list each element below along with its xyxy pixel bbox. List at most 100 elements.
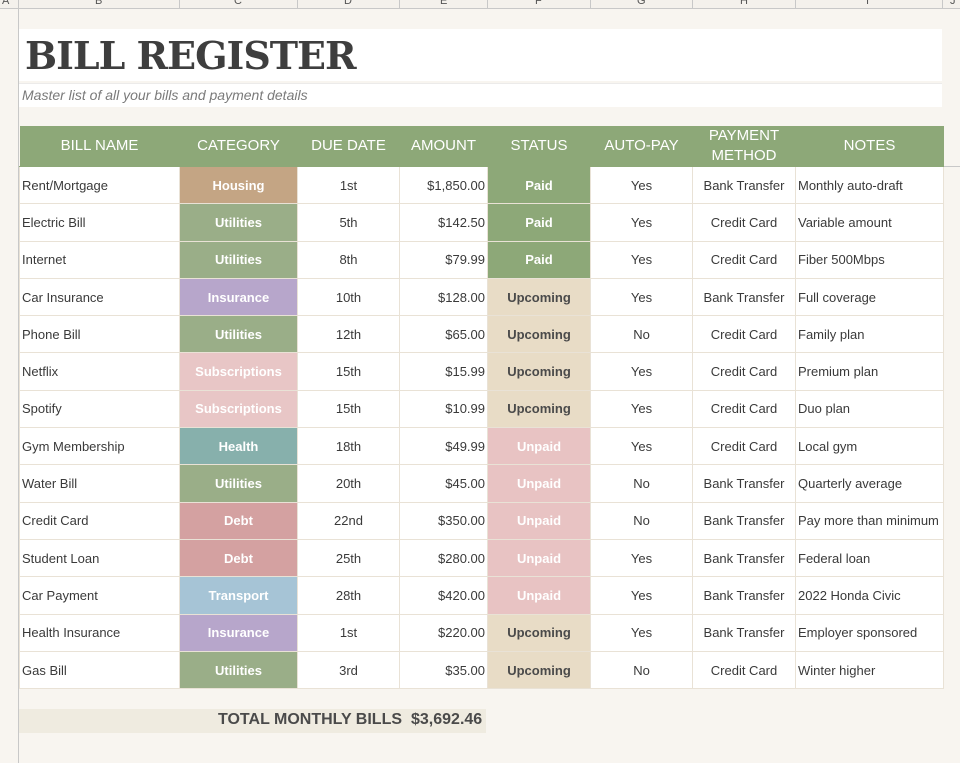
status-cell[interactable]: Upcoming xyxy=(487,613,591,652)
column-letter-i[interactable]: I xyxy=(866,0,869,7)
due-date-cell[interactable]: 3rd xyxy=(297,650,400,690)
bill-name-cell[interactable]: Internet xyxy=(19,240,180,279)
notes-cell[interactable]: Monthly auto-draft xyxy=(795,165,944,205)
payment-method-cell[interactable]: Bank Transfer xyxy=(692,538,796,578)
column-letter-j[interactable]: J xyxy=(950,0,956,7)
column-letter-h[interactable]: H xyxy=(740,0,748,7)
amount-cell[interactable]: $15.99 xyxy=(399,352,488,391)
notes-cell[interactable]: Family plan xyxy=(795,315,944,354)
status-cell[interactable]: Upcoming xyxy=(487,389,591,429)
column-letter-c[interactable]: C xyxy=(234,0,242,7)
bill-name-cell[interactable]: Health Insurance xyxy=(19,613,180,652)
auto-pay-cell[interactable]: Yes xyxy=(590,165,693,205)
auto-pay-cell[interactable]: Yes xyxy=(590,203,693,242)
category-cell[interactable]: Subscriptions xyxy=(179,389,298,429)
header-due-date[interactable]: DUE DATE xyxy=(297,126,400,167)
auto-pay-cell[interactable]: No xyxy=(590,650,693,690)
notes-cell[interactable]: Full coverage xyxy=(795,277,944,317)
column-divider[interactable] xyxy=(399,0,400,8)
amount-cell[interactable]: $10.99 xyxy=(399,389,488,429)
bill-name-cell[interactable]: Gym Membership xyxy=(19,427,180,466)
status-cell[interactable]: Unpaid xyxy=(487,576,591,615)
column-letter-e[interactable]: E xyxy=(440,0,447,7)
due-date-cell[interactable]: 25th xyxy=(297,538,400,578)
due-date-cell[interactable]: 1st xyxy=(297,165,400,205)
payment-method-cell[interactable]: Bank Transfer xyxy=(692,501,796,540)
status-cell[interactable]: Upcoming xyxy=(487,277,591,317)
due-date-cell[interactable]: 1st xyxy=(297,613,400,652)
column-divider[interactable] xyxy=(590,0,591,8)
category-cell[interactable]: Health xyxy=(179,427,298,466)
status-cell[interactable]: Paid xyxy=(487,203,591,242)
bill-name-cell[interactable]: Car Insurance xyxy=(19,277,180,317)
column-letter-f[interactable]: F xyxy=(535,0,542,7)
status-cell[interactable]: Unpaid xyxy=(487,464,591,503)
status-cell[interactable]: Upcoming xyxy=(487,315,591,354)
column-letter-d[interactable]: D xyxy=(344,0,352,7)
auto-pay-cell[interactable]: Yes xyxy=(590,240,693,279)
bill-name-cell[interactable]: Spotify xyxy=(19,389,180,429)
header-notes[interactable]: NOTES xyxy=(795,126,944,167)
auto-pay-cell[interactable]: Yes xyxy=(590,389,693,429)
amount-cell[interactable]: $65.00 xyxy=(399,315,488,354)
amount-cell[interactable]: $79.99 xyxy=(399,240,488,279)
column-divider[interactable] xyxy=(692,0,693,8)
notes-cell[interactable]: Premium plan xyxy=(795,352,944,391)
amount-cell[interactable]: $142.50 xyxy=(399,203,488,242)
category-cell[interactable]: Debt xyxy=(179,501,298,540)
payment-method-cell[interactable]: Credit Card xyxy=(692,427,796,466)
payment-method-cell[interactable]: Credit Card xyxy=(692,240,796,279)
category-cell[interactable]: Transport xyxy=(179,576,298,615)
payment-method-cell[interactable]: Bank Transfer xyxy=(692,613,796,652)
due-date-cell[interactable]: 5th xyxy=(297,203,400,242)
column-divider[interactable] xyxy=(942,0,943,8)
status-cell[interactable]: Unpaid xyxy=(487,538,591,578)
status-cell[interactable]: Upcoming xyxy=(487,650,591,690)
due-date-cell[interactable]: 22nd xyxy=(297,501,400,540)
payment-method-cell[interactable]: Bank Transfer xyxy=(692,464,796,503)
category-cell[interactable]: Utilities xyxy=(179,240,298,279)
bill-name-cell[interactable]: Netflix xyxy=(19,352,180,391)
notes-cell[interactable]: Federal loan xyxy=(795,538,944,578)
payment-method-cell[interactable]: Credit Card xyxy=(692,650,796,690)
auto-pay-cell[interactable]: Yes xyxy=(590,576,693,615)
payment-method-cell[interactable]: Credit Card xyxy=(692,315,796,354)
notes-cell[interactable]: Local gym xyxy=(795,427,944,466)
column-letter-a[interactable]: A xyxy=(2,0,9,7)
payment-method-cell[interactable]: Credit Card xyxy=(692,352,796,391)
status-cell[interactable]: Paid xyxy=(487,240,591,279)
amount-cell[interactable]: $45.00 xyxy=(399,464,488,503)
auto-pay-cell[interactable]: Yes xyxy=(590,352,693,391)
total-value[interactable]: $3,692.46 xyxy=(411,711,482,729)
amount-cell[interactable]: $35.00 xyxy=(399,650,488,690)
amount-cell[interactable]: $350.00 xyxy=(399,501,488,540)
due-date-cell[interactable]: 10th xyxy=(297,277,400,317)
bill-name-cell[interactable]: Student Loan xyxy=(19,538,180,578)
payment-method-cell[interactable]: Credit Card xyxy=(692,389,796,429)
auto-pay-cell[interactable]: Yes xyxy=(590,613,693,652)
column-divider[interactable] xyxy=(487,0,488,8)
auto-pay-cell[interactable]: Yes xyxy=(590,277,693,317)
due-date-cell[interactable]: 28th xyxy=(297,576,400,615)
due-date-cell[interactable]: 15th xyxy=(297,352,400,391)
payment-method-cell[interactable]: Bank Transfer xyxy=(692,576,796,615)
category-cell[interactable]: Utilities xyxy=(179,650,298,690)
header-bill-name[interactable]: BILL NAME xyxy=(19,126,180,167)
auto-pay-cell[interactable]: No xyxy=(590,464,693,503)
title-cell[interactable]: BILL REGISTER xyxy=(19,29,942,81)
due-date-cell[interactable]: 12th xyxy=(297,315,400,354)
status-cell[interactable]: Unpaid xyxy=(487,427,591,466)
amount-cell[interactable]: $280.00 xyxy=(399,538,488,578)
auto-pay-cell[interactable]: Yes xyxy=(590,427,693,466)
amount-cell[interactable]: $49.99 xyxy=(399,427,488,466)
due-date-cell[interactable]: 18th xyxy=(297,427,400,466)
notes-cell[interactable]: Variable amount xyxy=(795,203,944,242)
column-divider[interactable] xyxy=(297,0,298,8)
payment-method-cell[interactable]: Bank Transfer xyxy=(692,165,796,205)
header-payment-method[interactable]: PAYMENT METHOD xyxy=(692,126,796,167)
payment-method-cell[interactable]: Credit Card xyxy=(692,203,796,242)
auto-pay-cell[interactable]: No xyxy=(590,501,693,540)
category-cell[interactable]: Debt xyxy=(179,538,298,578)
auto-pay-cell[interactable]: Yes xyxy=(590,538,693,578)
column-letter-g[interactable]: G xyxy=(637,0,646,7)
